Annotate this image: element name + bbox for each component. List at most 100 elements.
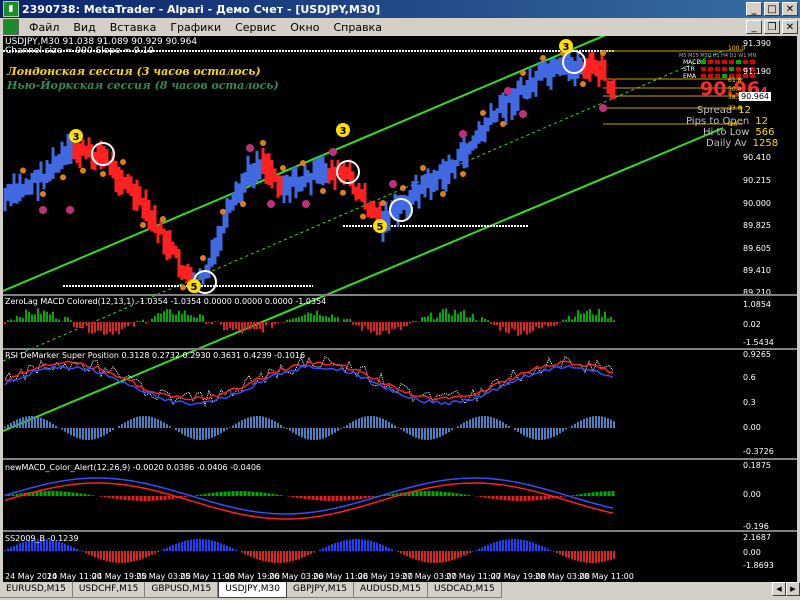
fractal-marker <box>280 165 286 171</box>
chart-area[interactable]: 33553 USDJPY,M30 91.038 91.089 90.929 90… <box>3 36 797 582</box>
fractal-marker <box>80 167 86 174</box>
mini-ema-label: EMA <box>683 73 697 80</box>
price-tick: 90.410 <box>743 153 771 162</box>
trend-cell <box>750 60 755 64</box>
trend-cell <box>701 67 706 71</box>
menu-file[interactable]: Файл <box>22 21 66 34</box>
chart-tabs: EURUSD,M15 USDCHF,M15 GBPUSD,M15 USDJPY,… <box>0 582 800 600</box>
rsi-dotted-line <box>4 355 614 408</box>
current-price-tag: 90.964 <box>739 92 771 101</box>
child-restore-button[interactable]: ❐ <box>764 20 780 34</box>
ss-scale-tick: 0.00 <box>743 548 761 557</box>
fib-level-618: 61.8 <box>728 77 742 84</box>
menu-bar: Файл Вид Вставка Графики Сервис Окно Спр… <box>0 18 800 36</box>
tab-gbpusd[interactable]: GBPUSD,M15 <box>145 582 219 598</box>
title-bar[interactable]: ▮ 2390738: MetaTrader - Alpari - Демо Сч… <box>0 0 800 18</box>
fractal-marker <box>220 208 226 215</box>
macd-panel-label: ZeroLag MACD Colored(12,13,1) -1.0354 -1… <box>5 297 327 306</box>
pivot-marker <box>459 130 467 138</box>
rsi-scale-tick: -0.3726 <box>743 447 774 456</box>
tabs-scroll-right-icon[interactable]: ▶ <box>786 582 800 596</box>
price-tick: 91.390 <box>743 39 771 48</box>
pivot-marker <box>329 148 337 156</box>
tab-audusd[interactable]: AUDUSD,M15 <box>354 582 429 598</box>
wave-count-label: 5 <box>377 222 384 233</box>
fib-level-236: 23.6 <box>728 105 742 112</box>
fib-level-0: 0.0 <box>728 121 738 128</box>
ss-scale-tick: 2.1687 <box>743 533 771 542</box>
fractal-marker <box>180 284 186 291</box>
mini-str-label: STR <box>683 66 695 73</box>
newmacd-panel-label: newMACD_Color_Alert(12,26,9) -0.0020 0.0… <box>5 463 262 472</box>
panel-divider[interactable] <box>3 294 797 296</box>
metatrader-icon: ▮ <box>3 1 19 17</box>
close-button[interactable]: ✕ <box>782 2 798 16</box>
pivot-marker <box>267 200 275 208</box>
newmacd-scale-tick: 0.1875 <box>743 461 771 470</box>
fractal-marker <box>440 191 446 197</box>
trend-cell <box>722 67 727 71</box>
demarker-blue-line <box>4 364 614 406</box>
trend-cell <box>736 60 741 64</box>
pivot-marker <box>519 110 527 118</box>
fractal-marker <box>100 171 106 177</box>
pivot-marker <box>39 206 47 214</box>
child-minimize-button[interactable]: _ <box>746 20 762 34</box>
tab-usdchf[interactable]: USDCHF,M15 <box>72 582 146 598</box>
tab-eurusd[interactable]: EURUSD,M15 <box>0 582 73 598</box>
menu-window[interactable]: Окно <box>283 21 326 34</box>
panel-divider[interactable] <box>3 458 797 460</box>
tabs-scroll-left-icon[interactable]: ◀ <box>772 582 786 596</box>
panel-divider[interactable] <box>3 348 797 350</box>
ss-scale-tick: -1.8693 <box>743 561 774 570</box>
fractal-marker <box>420 165 426 171</box>
ss2009-panel-label: SS2009_B -0.1239 <box>5 534 79 543</box>
trend-cell <box>729 60 734 64</box>
trend-cell <box>701 60 706 64</box>
fractal-marker <box>140 222 146 228</box>
tab-usdcad[interactable]: USDCAD,M15 <box>428 582 502 598</box>
pips-to-open-stat: Pips to Open 12 <box>686 116 768 127</box>
fractal-marker <box>360 213 366 220</box>
fractal-marker <box>540 55 546 61</box>
price-tick: 89.605 <box>743 244 771 253</box>
macd-scale-tick: 1.0854 <box>743 300 771 309</box>
fractal-marker <box>580 81 586 87</box>
wave-count-label: 3 <box>563 42 570 53</box>
pivot-marker <box>66 206 74 214</box>
mini-macd-label: MACD <box>683 59 701 66</box>
rsi-panel-label: RSI DeMarker Super Position 0.3128 0.273… <box>5 351 306 360</box>
trend-cell <box>722 60 727 64</box>
fractal-marker <box>120 159 126 165</box>
spread-stat: Spread 12 <box>697 105 751 116</box>
time-label: 28 May 11:00 <box>579 572 634 581</box>
pivot-marker <box>599 104 607 112</box>
trend-cell <box>708 67 713 71</box>
trend-cell <box>729 67 734 71</box>
fractal-marker <box>460 171 466 177</box>
menu-help[interactable]: Справка <box>326 21 388 34</box>
menu-view[interactable]: Вид <box>66 21 102 34</box>
menu-tools[interactable]: Сервис <box>228 21 283 34</box>
menu-insert[interactable]: Вставка <box>103 21 164 34</box>
tab-gbpjpy[interactable]: GBPJPY,M15 <box>286 582 355 598</box>
menu-charts[interactable]: Графики <box>163 21 228 34</box>
rsi-scale-tick: 0.6 <box>743 373 756 382</box>
rsi-scale-tick: 0.9265 <box>743 350 771 359</box>
child-close-button[interactable]: ✕ <box>782 20 798 34</box>
pivot-marker <box>246 144 254 152</box>
fractal-marker <box>20 167 26 174</box>
rsi-scale-tick: 0.00 <box>743 423 761 432</box>
fractal-marker <box>160 216 166 222</box>
fractal-marker <box>340 189 346 196</box>
fractal-marker <box>480 110 486 116</box>
time-axis[interactable]: 24 May 2010 24 May 11:00 24 May 19:00 25… <box>3 572 797 582</box>
fractal-marker <box>600 50 606 56</box>
daily-average-stat: Daily Av 1258 <box>706 138 779 149</box>
price-chart-canvas: 3 3 5 5 3 <box>3 36 755 563</box>
price-tick: 91.190 <box>743 67 771 76</box>
tab-usdjpy[interactable]: USDJPY,M30 <box>218 582 287 598</box>
panel-divider[interactable] <box>3 530 797 532</box>
minimize-button[interactable]: _ <box>746 2 762 16</box>
maximize-button[interactable]: □ <box>764 2 780 16</box>
